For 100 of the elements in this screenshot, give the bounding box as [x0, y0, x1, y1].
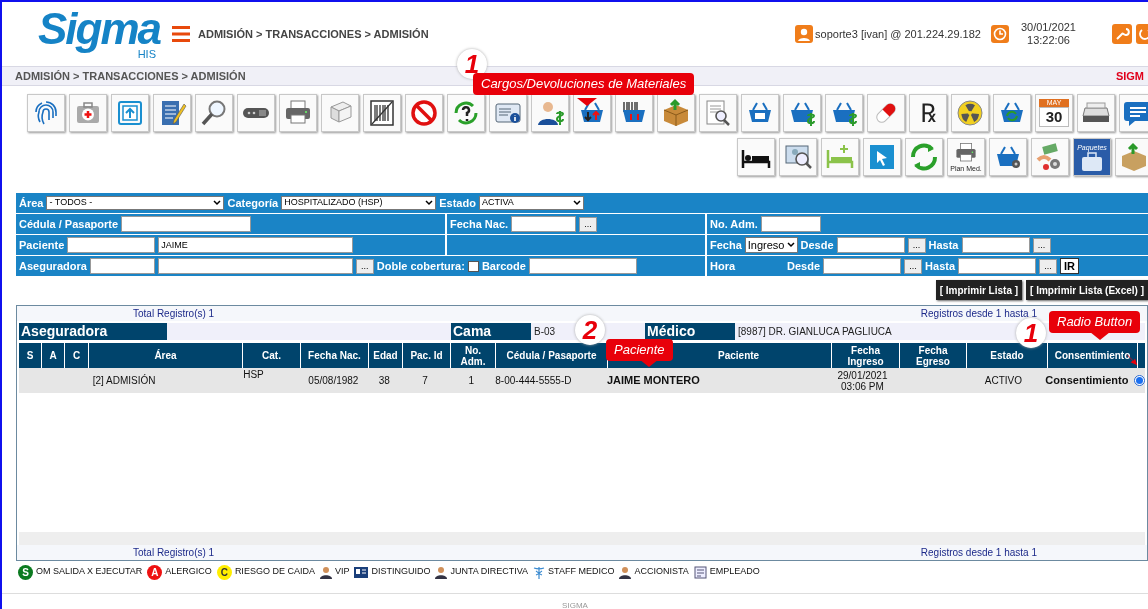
prescription-symbol: ℞	[920, 99, 936, 127]
table-cell-text: 7	[421, 374, 429, 388]
column-header: Cédula / Pasaporte	[496, 343, 607, 368]
brand-text: SIGM	[1115, 68, 1144, 84]
user-session: soporte3 [ivan] @ 201.224.29.182	[815, 26, 981, 42]
table-cell-text: [2] ADMISIÓN	[91, 373, 157, 388]
box-icon	[661, 98, 691, 128]
calendar-day: 30	[1039, 107, 1069, 127]
picker-button[interactable]: ...	[355, 258, 374, 274]
info-value: B-03	[534, 325, 556, 339]
header-filler	[1138, 343, 1145, 368]
field-label: Desde	[800, 237, 834, 253]
picker-button[interactable]: ...	[904, 258, 923, 274]
records-range: Registros desde 1 hasta 1	[920, 546, 1037, 560]
field-label: Estado	[439, 195, 476, 211]
column-header: Fecha Nac.	[301, 343, 368, 368]
select-field[interactable]: - TODOS -	[46, 196, 225, 210]
user-icon	[795, 25, 814, 43]
input-field[interactable]	[836, 237, 905, 253]
input-field[interactable]	[528, 258, 637, 274]
select-field[interactable]: HOSPITALIZADO (HSP)	[281, 196, 437, 210]
person-icon	[619, 565, 632, 579]
info-value: [8987] DR. GIANLUCA PAGLIUCA	[738, 325, 892, 339]
input-field[interactable]	[89, 258, 155, 274]
toolbar-button[interactable]	[237, 94, 275, 132]
print-button[interactable]: [ Imprimir Lista ]	[935, 280, 1023, 300]
caduceus-icon	[533, 565, 546, 579]
toolbar-button[interactable]	[531, 94, 569, 132]
caret-icon	[786, 242, 795, 248]
time-text: 13:22:06	[1027, 34, 1070, 47]
input-field[interactable]	[67, 237, 156, 253]
input-field[interactable]	[157, 258, 353, 274]
toolbar-button[interactable]	[489, 94, 527, 132]
print-button[interactable]: [ Imprimir Lista (Excel) ]	[1026, 280, 1148, 300]
field-label: Fecha	[710, 237, 742, 253]
toolbar-button[interactable]	[1077, 94, 1115, 132]
input-field[interactable]	[823, 258, 902, 274]
input-field[interactable]	[958, 258, 1037, 274]
column-header: No. Adm.	[451, 343, 495, 368]
callout-pointer	[577, 98, 597, 106]
input-field[interactable]: JAIME	[158, 237, 354, 253]
toolbar-button[interactable]	[195, 94, 233, 132]
box-money-icon	[1119, 142, 1148, 172]
prohibited-icon	[409, 98, 439, 128]
suitcase-icon	[1080, 151, 1104, 172]
column-header: Estado	[967, 343, 1047, 368]
refresh-icon	[909, 142, 939, 172]
table-cell-text: 29/01/2021 03:06 PM	[836, 368, 889, 393]
field-label: Doble cobertura:	[376, 258, 465, 274]
toolbar-button[interactable]	[989, 138, 1027, 176]
column-header: Área	[89, 343, 242, 368]
info-label: Aseguradora	[19, 323, 167, 340]
field-label: Área	[19, 195, 44, 211]
picker-button[interactable]: ...	[1039, 258, 1058, 274]
select-field[interactable]: Ingreso	[744, 237, 798, 253]
toolbar-button[interactable]	[699, 94, 737, 132]
column-header: Edad	[369, 343, 402, 368]
radio-button[interactable]	[1134, 375, 1145, 386]
field-label: Aseguradora	[19, 258, 87, 274]
document-icon	[693, 565, 707, 579]
table-cell-text: 8-00-444-5555-D	[494, 374, 573, 388]
input-field[interactable]	[511, 216, 577, 232]
toolbar-button[interactable]	[779, 138, 817, 176]
field-label: Hasta	[925, 258, 956, 274]
table-cell-text: 38	[377, 374, 391, 388]
checkbox[interactable]	[467, 260, 479, 272]
table-cell-text: 1	[467, 374, 476, 388]
toolbar-button[interactable]	[363, 94, 401, 132]
column-header: A	[42, 343, 64, 368]
field-label: Hasta	[928, 237, 959, 253]
picker-button[interactable]: ...	[579, 216, 598, 232]
toolbar-button[interactable]: ℞	[909, 94, 947, 132]
table-row[interactable]: [2] ADMISIÓN HSP 05/08/1982 38 7 1 8-00-444-5555-D JAIME MONTERO 29/01/2021 03:06 PM ACTIVO Consentimiento	[19, 368, 1145, 393]
printer-icon	[954, 141, 978, 165]
caret-icon	[213, 200, 222, 206]
go-button[interactable]: IR	[1060, 258, 1080, 274]
column-header: Pac. Id	[403, 343, 450, 368]
legend-label: ACCIONISTA	[634, 565, 689, 579]
toolbar-button[interactable]	[737, 138, 775, 176]
field-label: Fecha Nac.	[450, 216, 509, 232]
picker-button[interactable]: ...	[907, 237, 926, 253]
menu-icon[interactable]	[172, 25, 190, 43]
toolbar-button[interactable]	[447, 94, 485, 132]
info-label: Cama	[451, 323, 531, 340]
toolbar-button[interactable]	[951, 94, 989, 132]
select-field[interactable]: ACTIVA	[478, 196, 584, 210]
input-field[interactable]	[760, 216, 821, 232]
total-records: Total Registro(s) 1	[133, 307, 215, 321]
input-field[interactable]	[121, 216, 252, 232]
wrench-icon[interactable]	[1112, 24, 1132, 44]
picker-button[interactable]: ...	[1032, 237, 1051, 253]
legend-label: RIESGO DE CAIDA	[234, 565, 315, 579]
field-label: Desde	[787, 258, 821, 274]
input-field[interactable]	[961, 237, 1030, 253]
table-cell-text: 05/08/1982	[307, 374, 360, 388]
date-text: 30/01/2021	[1020, 21, 1076, 34]
power-icon[interactable]	[1136, 24, 1148, 44]
legend-label: OM SALIDA X EJECUTAR	[36, 565, 143, 579]
field-label: No. Adm.	[710, 216, 758, 232]
column-header: Cat.	[243, 343, 300, 368]
